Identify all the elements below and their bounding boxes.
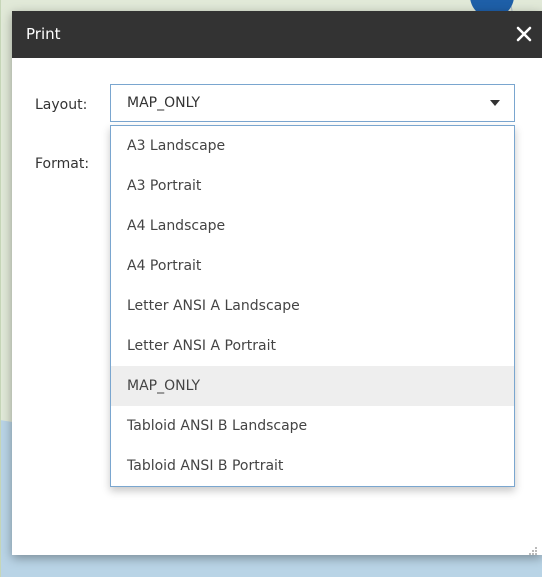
layout-select-value: MAP_ONLY bbox=[127, 95, 201, 111]
resize-grip-icon[interactable] bbox=[528, 541, 538, 555]
layout-option[interactable]: Letter ANSI A Portrait bbox=[111, 326, 514, 366]
layout-option-selected[interactable]: MAP_ONLY bbox=[111, 366, 514, 406]
layout-option[interactable]: A4 Portrait bbox=[111, 246, 514, 286]
layout-option[interactable]: Tabloid ANSI B Landscape bbox=[111, 406, 514, 446]
format-label: Format: bbox=[35, 156, 90, 172]
layout-option[interactable]: A3 Landscape bbox=[111, 126, 514, 166]
close-icon bbox=[516, 26, 532, 42]
dialog-titlebar[interactable]: Print bbox=[12, 11, 542, 58]
layout-option[interactable]: A3 Portrait bbox=[111, 166, 514, 206]
dialog-title: Print bbox=[26, 25, 61, 43]
chevron-down-icon bbox=[490, 100, 500, 106]
layout-label: Layout: bbox=[35, 97, 88, 113]
print-dialog: Print Layout: Format: MAP_ONLY A3 Landsc… bbox=[12, 11, 542, 555]
layout-dropdown-list: A3 Landscape A3 Portrait A4 Landscape A4… bbox=[110, 125, 515, 487]
layout-option[interactable]: A4 Landscape bbox=[111, 206, 514, 246]
layout-select[interactable]: MAP_ONLY bbox=[110, 84, 515, 122]
close-button[interactable] bbox=[510, 20, 538, 48]
layout-option[interactable]: Tabloid ANSI B Portrait bbox=[111, 446, 514, 486]
layout-option[interactable]: Letter ANSI A Landscape bbox=[111, 286, 514, 326]
